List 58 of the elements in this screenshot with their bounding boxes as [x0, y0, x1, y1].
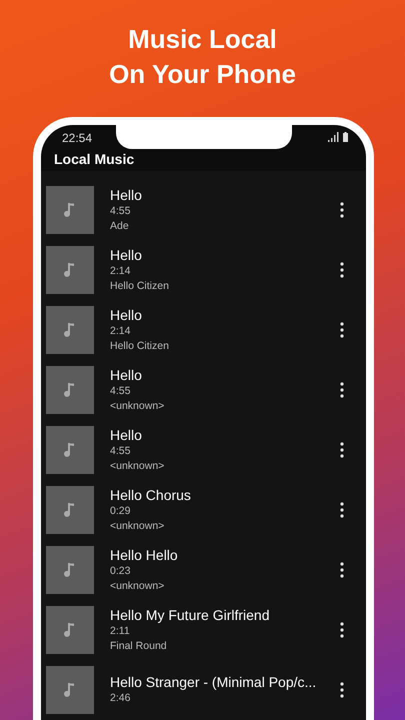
music-note-icon	[64, 202, 76, 218]
song-row[interactable]: Hello My Future Girlfriend 2:11 Final Round	[41, 600, 366, 660]
more-vertical-icon	[340, 382, 344, 398]
song-duration: 2:11	[110, 624, 131, 638]
music-note-icon	[64, 442, 76, 458]
music-note-icon	[64, 502, 76, 518]
more-vertical-icon	[340, 682, 344, 698]
song-duration: 0:23	[110, 564, 132, 578]
song-row[interactable]: Hello 4:55 <unknown>	[41, 360, 366, 420]
song-duration: 4:55	[110, 444, 132, 458]
music-note-icon	[64, 322, 76, 338]
song-artist: Hello Citizen	[110, 278, 170, 294]
song-title: Hello	[110, 366, 143, 384]
song-row[interactable]: Hello 4:55 <unknown>	[41, 420, 366, 480]
music-note-icon	[64, 382, 76, 398]
more-vertical-icon	[340, 622, 344, 638]
song-title: Hello	[110, 246, 143, 264]
more-vertical-icon	[340, 562, 344, 578]
music-note-icon	[64, 262, 76, 278]
signal-battery-icon	[328, 132, 350, 144]
status-time: 22:54	[62, 130, 92, 145]
song-duration: 2:46	[110, 691, 132, 706]
song-title: Hello Hello	[110, 546, 179, 564]
song-duration: 4:55	[110, 204, 132, 218]
app-bar-title: Local Music	[54, 150, 134, 167]
song-row[interactable]: Hello Stranger - (Minimal Pop/c... 2:46	[41, 660, 366, 720]
song-artist: <unknown>	[110, 518, 166, 534]
song-title: Hello Chorus	[110, 486, 192, 504]
more-vertical-icon	[340, 442, 344, 458]
song-artist: Ade	[110, 218, 130, 234]
song-row[interactable]: Hello Hello 0:23 <unknown>	[41, 540, 366, 600]
song-artist: <unknown>	[110, 458, 166, 474]
song-row[interactable]: Hello 2:14 Hello Citizen	[41, 240, 366, 300]
song-duration: 2:14	[110, 324, 132, 338]
song-title: Hello	[110, 426, 143, 444]
music-note-icon	[64, 682, 76, 698]
song-duration: 2:14	[110, 264, 132, 278]
song-artist: Final Round	[110, 638, 168, 654]
song-title: Hello	[110, 186, 143, 204]
song-title: Hello	[110, 306, 143, 324]
more-vertical-icon	[340, 262, 344, 278]
song-duration: 0:29	[110, 504, 132, 518]
song-row[interactable]: Hello 2:14 Hello Citizen	[41, 300, 366, 360]
song-artist: <unknown>	[110, 578, 166, 594]
song-artist: Hello Citizen	[110, 338, 170, 354]
song-title: Hello My Future Girlfriend	[110, 606, 270, 624]
more-vertical-icon	[340, 202, 344, 218]
headline-text: On Your Phone	[108, 58, 297, 91]
song-title: Hello Stranger - (Minimal Pop/c...	[110, 674, 318, 691]
song-artist: <unknown>	[110, 398, 166, 414]
headline-text: Music Local	[127, 23, 278, 56]
more-vertical-icon	[340, 322, 344, 338]
song-duration: 4:55	[110, 384, 132, 398]
music-note-icon	[64, 622, 76, 638]
song-row[interactable]: Hello 4:55 Ade	[41, 180, 366, 240]
more-vertical-icon	[340, 502, 344, 518]
song-row[interactable]: Hello Chorus 0:29 <unknown>	[41, 480, 366, 540]
music-note-icon	[64, 562, 76, 578]
